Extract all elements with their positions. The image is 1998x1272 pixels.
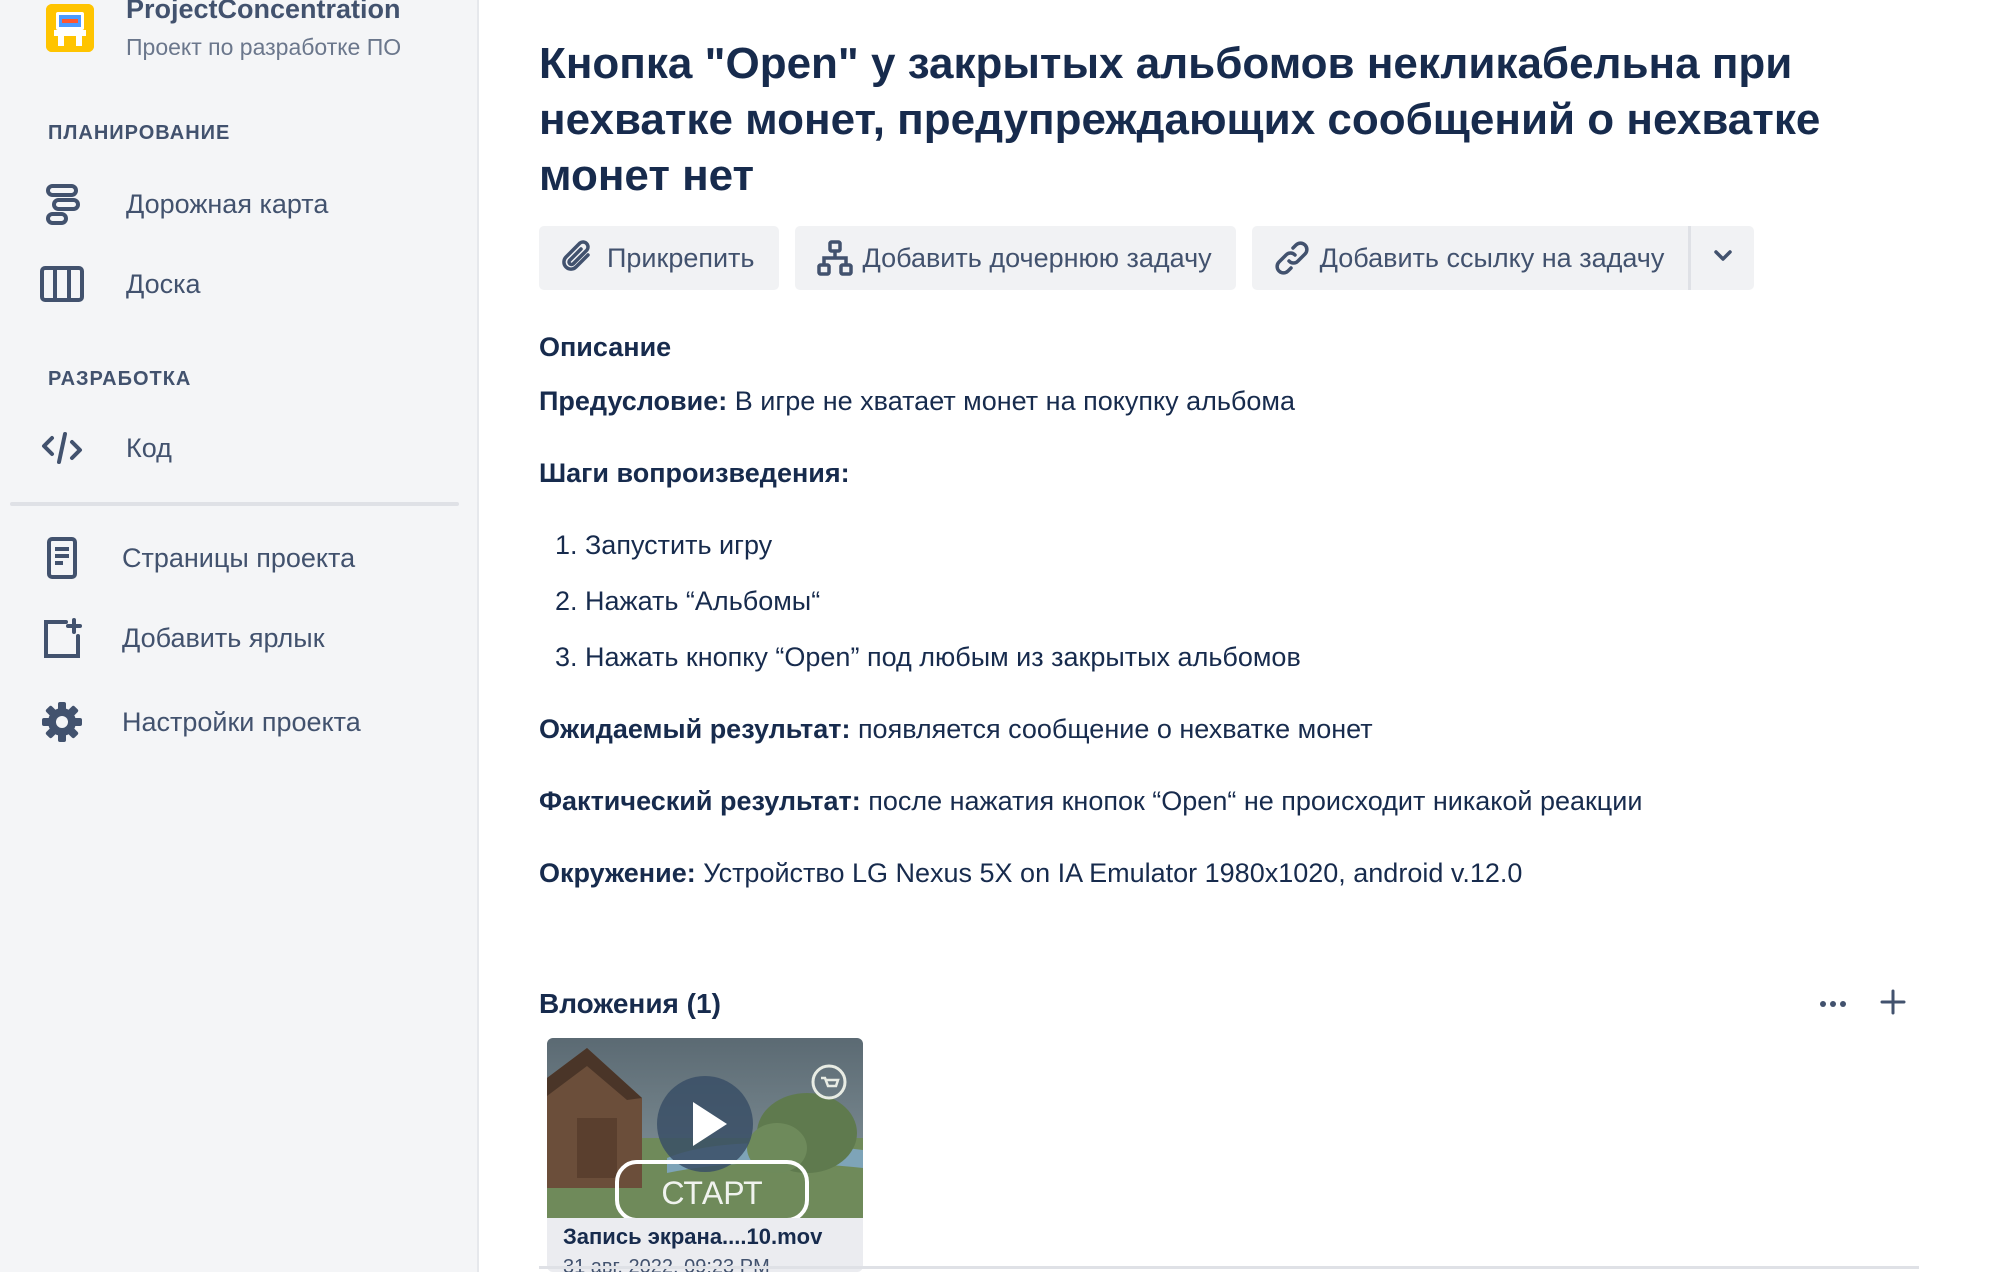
- environment-text: Устройство LG Nexus 5X on IA Emulator 19…: [695, 858, 1523, 888]
- board-icon: [36, 258, 88, 310]
- sidebar-item-add-shortcut[interactable]: Добавить ярлык: [36, 606, 456, 670]
- attach-button[interactable]: Прикрепить: [539, 226, 779, 290]
- section-divider: [539, 1266, 1919, 1269]
- expected-label: Ожидаемый результат:: [539, 714, 851, 744]
- video-thumbnail: СТАРТ: [547, 1038, 863, 1222]
- sidebar-item-project-settings[interactable]: Настройки проекта: [36, 690, 456, 754]
- list-item: 1. Запустить игру: [555, 530, 772, 561]
- step-number: 2.: [555, 586, 578, 616]
- sidebar-item-code[interactable]: Код: [36, 416, 456, 480]
- issue-title[interactable]: Кнопка "Open" у закрытых альбомов неклик…: [539, 36, 1919, 204]
- roadmap-icon: [36, 178, 88, 230]
- sidebar-item-label: Доска: [126, 268, 201, 299]
- expected-result-line: Ожидаемый результат: появляется сообщени…: [539, 714, 1373, 745]
- attachment-card[interactable]: СТАРТ Запись экрана....10.mov 31 авг. 20…: [547, 1038, 863, 1272]
- chevron-down-icon: [1713, 249, 1733, 268]
- sidebar: ProjectConcentration Проект по разработк…: [0, 0, 479, 1272]
- list-item: 2. Нажать “Альбомы“: [555, 586, 820, 617]
- issue-toolbar: Прикрепить Добавить дочернюю задачу Доба…: [539, 226, 1755, 290]
- add-attachment-button[interactable]: [1869, 982, 1917, 1026]
- project-subtitle: Проект по разработке ПО: [126, 34, 402, 60]
- steps-line: Шаги вопроизведения:: [539, 458, 850, 489]
- step-text: Нажать кнопку “Open” под любым из закрыт…: [585, 642, 1301, 672]
- actual-label: Фактический результат:: [539, 786, 861, 816]
- project-header[interactable]: ProjectConcentration Проект по разработк…: [46, 0, 466, 70]
- sidebar-item-label: Дорожная карта: [126, 188, 329, 219]
- add-child-task-button[interactable]: Добавить дочернюю задачу: [794, 226, 1236, 290]
- precondition-text: В игре не хватает монет на покупку альбо…: [727, 386, 1295, 416]
- app: ProjectConcentration Проект по разработк…: [0, 0, 1998, 1272]
- add-task-link-button[interactable]: Добавить ссылку на задачу: [1251, 226, 1689, 290]
- sidebar-divider: [10, 502, 459, 506]
- sidebar-item-project-pages[interactable]: Страницы проекта: [36, 526, 456, 590]
- step-number: 3.: [555, 642, 578, 672]
- description-heading: Описание: [539, 332, 672, 362]
- thumbnail-text: СТАРТ: [661, 1175, 762, 1211]
- dev-section-title: РАЗРАБОТКА: [48, 368, 192, 390]
- plus-icon: [1879, 988, 1907, 1021]
- issue-main: Кнопка "Open" у закрытых альбомов неклик…: [479, 0, 1998, 1272]
- sidebar-item-label: Код: [126, 432, 172, 463]
- add-child-task-label: Добавить дочернюю задачу: [862, 242, 1212, 273]
- precondition-label: Предусловие:: [539, 386, 728, 416]
- environment-label: Окружение:: [539, 858, 696, 888]
- paperclip-icon: [559, 238, 599, 278]
- steps-label: Шаги вопроизведения:: [539, 458, 850, 488]
- attach-button-label: Прикрепить: [607, 242, 755, 273]
- sidebar-item-roadmap[interactable]: Дорожная карта: [36, 172, 456, 236]
- environment-line: Окружение: Устройство LG Nexus 5X on IA …: [539, 858, 1522, 889]
- link-icon: [1272, 238, 1312, 278]
- step-text: Запустить игру: [585, 530, 773, 560]
- code-icon: [36, 422, 88, 474]
- attachment-name: Запись экрана....10.mov: [563, 1224, 823, 1249]
- actual-text: после нажатия кнопок “Open“ не происходи…: [860, 786, 1643, 816]
- planning-section-title: ПЛАНИРОВАНИЕ: [48, 122, 231, 144]
- more-horizontal-icon: [1819, 995, 1847, 1013]
- actual-result-line: Фактический результат: после нажатия кно…: [539, 786, 1642, 817]
- sidebar-item-label: Страницы проекта: [122, 542, 356, 573]
- sidebar-item-label: Настройки проекта: [122, 706, 361, 737]
- step-number: 1.: [555, 530, 578, 560]
- hierarchy-icon: [815, 238, 855, 278]
- more-actions-dropdown[interactable]: [1688, 226, 1755, 290]
- project-avatar: [46, 4, 94, 52]
- add-task-link-label: Добавить ссылку на задачу: [1319, 242, 1665, 273]
- attachments-more-button[interactable]: [1809, 982, 1857, 1026]
- sidebar-item-board[interactable]: Доска: [36, 252, 456, 316]
- attachments-heading: Вложения (1): [539, 988, 721, 1019]
- page-icon: [36, 532, 88, 584]
- add-shortcut-icon: [36, 612, 88, 664]
- step-text: Нажать “Альбомы“: [585, 586, 821, 616]
- sidebar-item-label: Добавить ярлык: [122, 622, 325, 653]
- expected-text: появляется сообщение о нехватке монет: [850, 714, 1373, 744]
- list-item: 3. Нажать кнопку “Open” под любым из закр…: [555, 642, 1301, 673]
- precondition-line: Предусловие: В игре не хватает монет на …: [539, 386, 1295, 417]
- project-name: ProjectConcentration: [126, 0, 401, 24]
- attachment-date: 31 авг. 2022, 09:23 PM: [563, 1256, 770, 1272]
- gear-icon: [36, 696, 88, 748]
